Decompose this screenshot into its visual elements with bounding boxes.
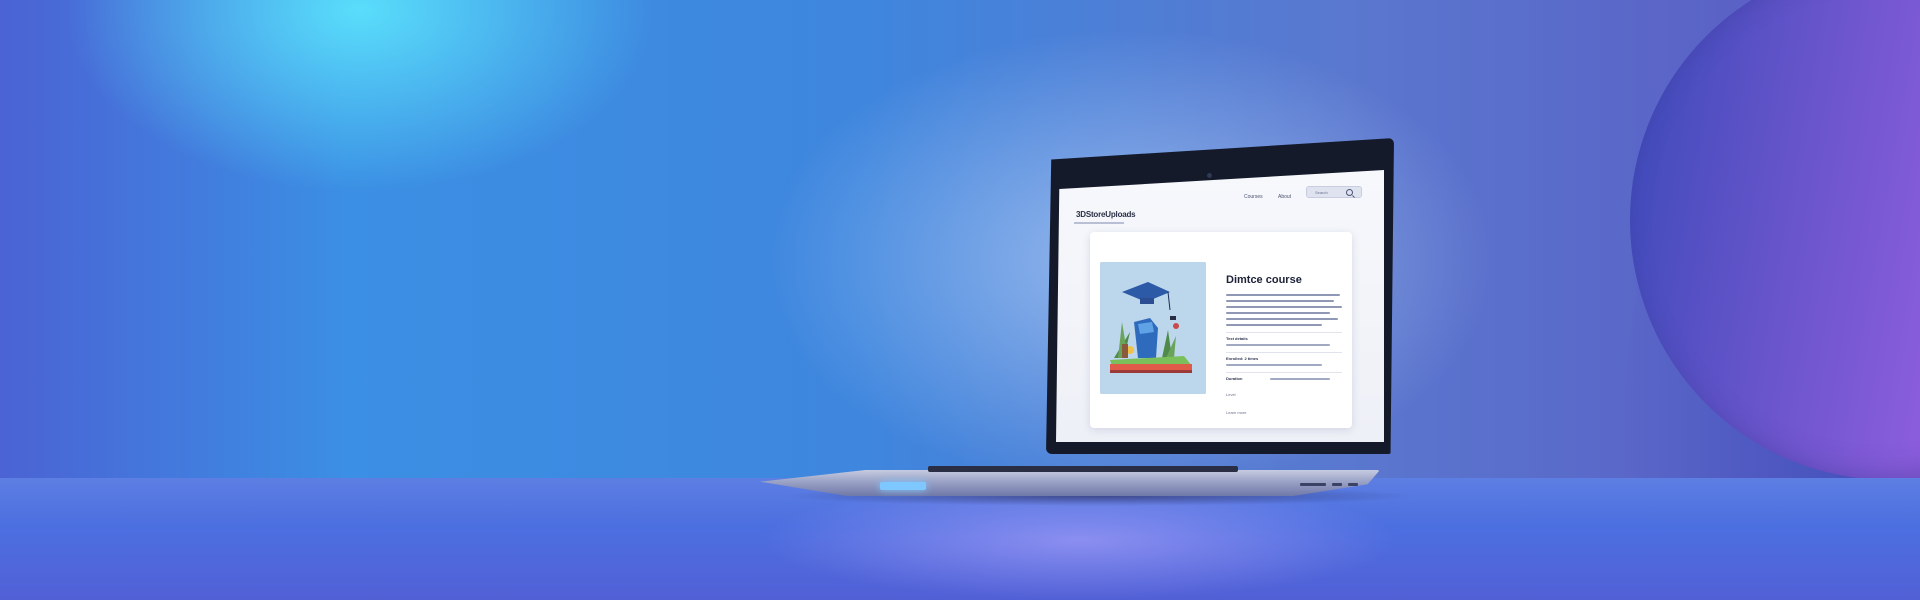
level-label: Level (1226, 392, 1236, 397)
divider (1226, 372, 1342, 373)
search-placeholder: Search (1315, 189, 1328, 195)
webcam-icon (1207, 173, 1212, 178)
brand-underline (1074, 222, 1124, 224)
search-input[interactable]: Search (1306, 186, 1362, 198)
course-illustration (1100, 262, 1206, 394)
hero-scene: 3DStoreUploads Courses About Search Dimt… (0, 0, 1920, 600)
meta-value (1270, 378, 1330, 380)
usb-port-icon (1332, 483, 1342, 486)
site-brand[interactable]: 3DStoreUploads (1076, 210, 1136, 219)
meta-label-duration: Duration (1226, 376, 1243, 381)
laptop-base (760, 470, 1380, 496)
divider (1226, 352, 1342, 353)
meta-value (1226, 344, 1330, 346)
search-icon[interactable] (1346, 189, 1353, 196)
usb-port-icon (1300, 483, 1326, 486)
nav-link-about[interactable]: About (1278, 194, 1291, 200)
usb-port-icon (1348, 483, 1358, 486)
divider (1226, 332, 1342, 333)
meta-label-details: Text details (1226, 336, 1248, 341)
description-line (1226, 306, 1342, 308)
learn-more-link[interactable]: Learn more (1226, 410, 1246, 415)
keyboard-hinge (928, 466, 1238, 472)
laptop-screen: 3DStoreUploads Courses About Search Dimt… (1056, 170, 1384, 442)
nav-link-courses[interactable]: Courses (1244, 194, 1263, 200)
description-line (1226, 318, 1338, 320)
description-line (1226, 294, 1340, 296)
trackpad-light (880, 482, 926, 490)
description-line (1226, 324, 1322, 326)
meta-value (1226, 364, 1322, 366)
course-card: Dimtce course Text details Enrolled: 2 t… (1090, 232, 1352, 428)
graduation-cap-illustration (1100, 262, 1206, 394)
course-title: Dimtce course (1226, 274, 1302, 286)
laptop: 3DStoreUploads Courses About Search Dimt… (0, 0, 1920, 600)
description-line (1226, 300, 1334, 302)
description-line (1226, 312, 1330, 314)
meta-label-enrolled: Enrolled: 2 times (1226, 356, 1259, 361)
